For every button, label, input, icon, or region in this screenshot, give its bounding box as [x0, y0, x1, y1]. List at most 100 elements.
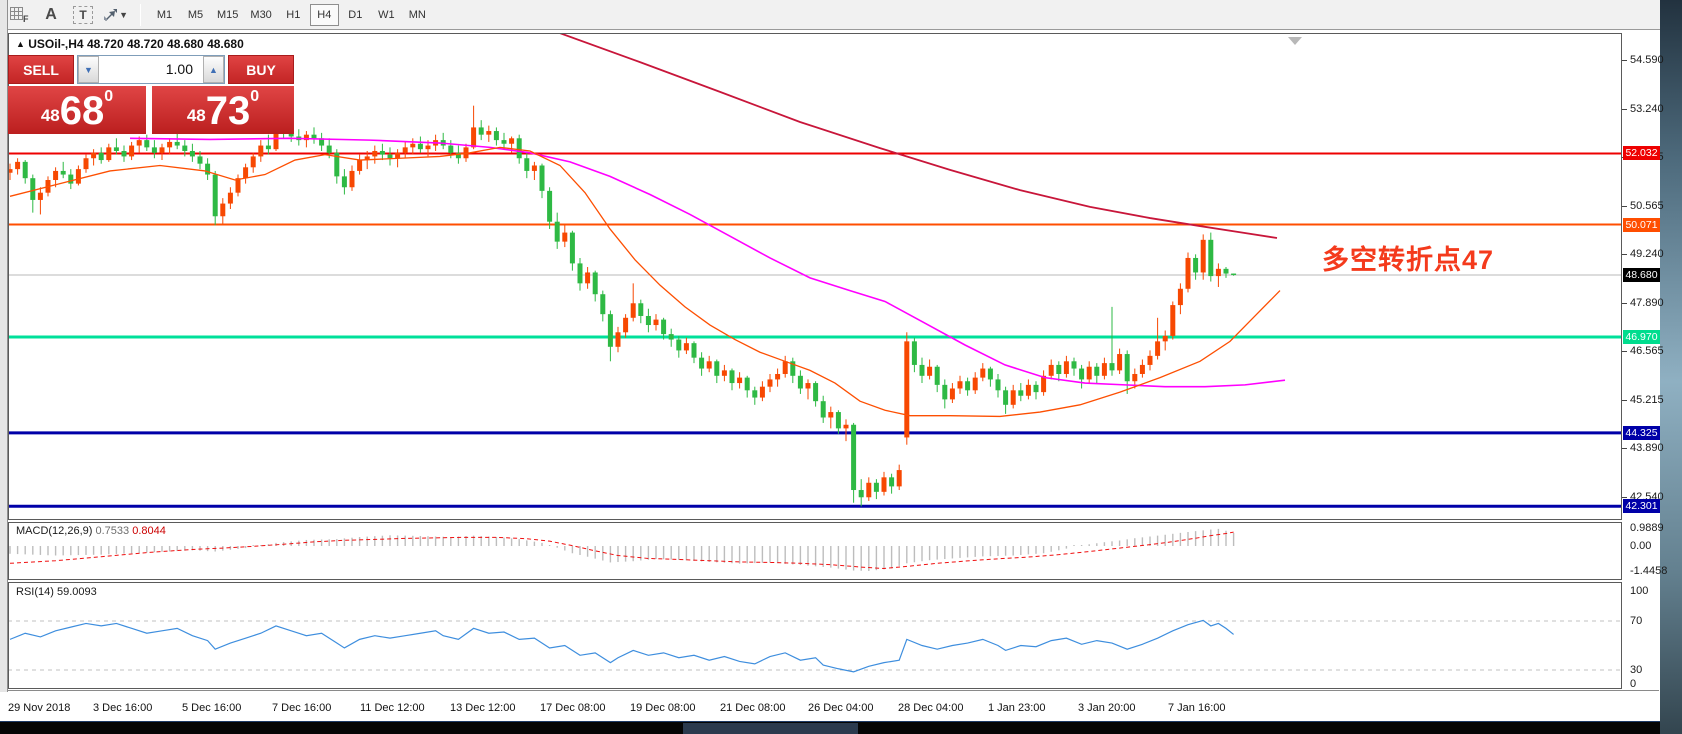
candle-body: [965, 381, 970, 390]
timeframe-button-d1[interactable]: D1: [341, 4, 370, 26]
candle-body: [1155, 341, 1160, 356]
macd-signal-value: 0.8044: [132, 525, 166, 537]
candle-body: [106, 147, 111, 160]
candle-body: [973, 378, 978, 391]
candle-body: [616, 332, 621, 347]
time-axis-label: 13 Dec 12:00: [450, 702, 515, 714]
timeframe-button-w1[interactable]: W1: [372, 4, 401, 26]
candle-body: [1186, 258, 1191, 289]
price-tick-mark: [1622, 60, 1627, 61]
candle-body: [1094, 367, 1099, 376]
timeframe-button-h1[interactable]: H1: [279, 4, 308, 26]
sell-button[interactable]: SELL: [8, 55, 74, 84]
time-axis-label: 3 Dec 16:00: [93, 702, 152, 714]
panel-collapse-icon[interactable]: ▲: [16, 39, 25, 49]
timeframe-button-h4[interactable]: H4: [310, 4, 339, 26]
time-axis-label: 7 Jan 16:00: [1168, 702, 1226, 714]
candle-body: [312, 135, 317, 139]
candle-body: [114, 147, 119, 151]
candle-body: [654, 320, 659, 325]
price-tick-mark: [1622, 254, 1627, 255]
time-axis-line: [8, 690, 1659, 691]
candle-body: [1079, 369, 1084, 380]
candle-body: [912, 341, 917, 365]
arrows-glyph: [102, 7, 117, 23]
macd-title: MACD(12,26,9): [16, 525, 92, 537]
text-box-glyph: T: [73, 6, 93, 24]
candle-body: [258, 146, 263, 157]
chart-text-annotation: 多空转折点47: [1322, 238, 1494, 277]
candle-body: [707, 361, 712, 368]
timeframe-button-mn[interactable]: MN: [403, 4, 432, 26]
toolbar-separator: [140, 4, 141, 26]
time-axis-label: 1 Jan 23:00: [988, 702, 1046, 714]
candle-body: [403, 147, 408, 152]
candle-body: [935, 367, 940, 385]
timeframe-button-m5[interactable]: M5: [181, 4, 210, 26]
rsi-canvas[interactable]: [8, 582, 1622, 689]
timeframe-button-m30[interactable]: M30: [245, 4, 276, 26]
ask-big-figure: 48: [187, 101, 206, 131]
candle-body: [775, 374, 780, 379]
ask-price-button[interactable]: 48 73 0: [152, 86, 294, 134]
candle-body: [1216, 269, 1221, 276]
text-box-icon[interactable]: T: [70, 4, 96, 26]
chart-shift-marker-icon[interactable]: [1288, 37, 1302, 45]
grid-f-icon[interactable]: F: [6, 4, 32, 26]
candle-body: [1064, 361, 1069, 374]
candle-body: [714, 361, 719, 376]
svg-text:F: F: [23, 14, 29, 23]
candle-body: [988, 369, 993, 380]
volume-input[interactable]: 1.00: [99, 56, 203, 83]
candle-body: [220, 204, 225, 217]
volume-decrease-button[interactable]: ▼: [78, 56, 99, 83]
candle-body: [958, 381, 963, 388]
candle-body: [122, 151, 127, 156]
ohlc-quote-values: 48.720 48.720 48.680 48.680: [87, 37, 244, 51]
rsi-indicator-label: RSI(14) 59.0093: [16, 586, 97, 598]
arrows-tool-icon[interactable]: ▼: [102, 4, 128, 26]
candle-body: [380, 151, 385, 155]
candle-body: [760, 387, 765, 398]
candle-body: [661, 320, 666, 335]
candle-body: [600, 294, 605, 314]
macd-axis-label: -1.4458: [1630, 565, 1676, 578]
candle-body: [1140, 365, 1145, 374]
candle-body: [167, 142, 172, 147]
candle-body: [768, 379, 773, 386]
price-tick-label: 54.590: [1630, 54, 1676, 67]
text-label-icon[interactable]: A: [38, 4, 64, 26]
candle-body: [1003, 390, 1008, 405]
price-tick-label: 50.565: [1630, 200, 1676, 213]
rsi-axis-label: 30: [1630, 664, 1676, 677]
candle-body: [1117, 354, 1122, 370]
candle-body: [53, 171, 58, 180]
dropdown-caret-icon[interactable]: ▼: [119, 10, 128, 20]
window-left-border: [0, 0, 8, 692]
macd-canvas[interactable]: [8, 522, 1622, 580]
candle-body: [1049, 365, 1054, 376]
candle-body: [851, 425, 856, 490]
timeframe-button-m15[interactable]: M15: [212, 4, 243, 26]
candle-body: [608, 314, 613, 347]
symbol-timeframe-label: USOil-,H4: [28, 37, 83, 51]
candle-body: [129, 146, 134, 157]
candle-body: [486, 131, 491, 135]
timeframe-button-m1[interactable]: M1: [150, 4, 179, 26]
candle-body: [752, 390, 757, 397]
ask-pips: 73: [206, 91, 251, 131]
volume-increase-button[interactable]: ▲: [203, 56, 224, 83]
candle-body: [517, 138, 522, 158]
price-tick-mark: [1622, 497, 1627, 498]
grid-f-glyph: F: [9, 6, 29, 23]
candle-body: [927, 367, 932, 376]
candle-body: [137, 140, 142, 145]
bid-point: 0: [104, 90, 113, 104]
time-axis-label: 17 Dec 08:00: [540, 702, 605, 714]
buy-button[interactable]: BUY: [228, 55, 294, 84]
candle-body: [1178, 289, 1183, 305]
candle-body: [198, 156, 203, 163]
candle-body: [524, 158, 529, 171]
candle-body: [980, 369, 985, 378]
bid-price-button[interactable]: 48 68 0: [8, 86, 146, 134]
